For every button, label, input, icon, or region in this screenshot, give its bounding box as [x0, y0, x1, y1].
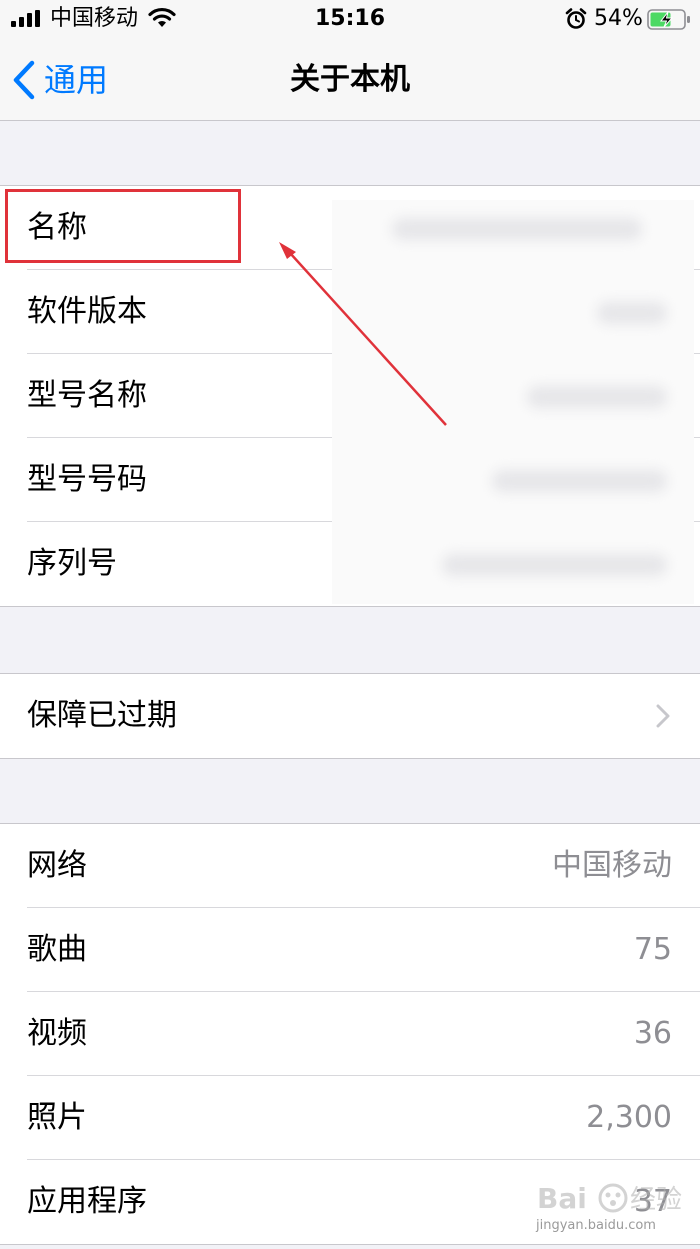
row-value: 75	[633, 932, 672, 967]
redacted-value	[492, 470, 667, 492]
row-label: 视频	[27, 1016, 87, 1051]
battery-percentage: 54%	[594, 6, 643, 31]
row-network: 网络 中国移动	[0, 824, 700, 908]
chevron-right-icon	[656, 704, 670, 728]
row-value: 36	[633, 1016, 672, 1051]
svg-text:经验: 经验	[630, 1185, 682, 1215]
redacted-values-area	[332, 200, 694, 604]
row-label: 歌曲	[27, 932, 87, 967]
row-photos: 照片 2,300	[0, 1076, 700, 1160]
redacted-value	[527, 386, 667, 408]
row-label: 型号名称	[27, 378, 147, 413]
row-value: 中国移动	[552, 848, 672, 883]
row-value: 2,300	[586, 1100, 672, 1135]
row-songs: 歌曲 75	[0, 908, 700, 992]
redacted-value	[442, 554, 667, 576]
warranty-group: 保障已过期	[0, 673, 700, 759]
status-bar: 中国移动 15:16 54%	[0, 0, 700, 40]
svg-text:Bai: Bai	[537, 1182, 587, 1215]
row-label: 型号号码	[27, 462, 147, 497]
annotation-highlight-box	[5, 189, 241, 263]
row-label: 应用程序	[27, 1184, 147, 1219]
row-warranty[interactable]: 保障已过期	[0, 674, 700, 758]
redacted-value	[392, 218, 642, 240]
navigation-bar: 通用 关于本机	[0, 40, 700, 121]
watermark-text: jingyan.baidu.com	[536, 1218, 656, 1233]
battery-charging-icon	[647, 9, 690, 30]
row-videos: 视频 36	[0, 992, 700, 1076]
alarm-clock-icon	[565, 8, 587, 29]
row-label: 网络	[27, 848, 87, 883]
page-title: 关于本机	[290, 62, 410, 97]
redacted-value	[597, 302, 667, 324]
row-label: 照片	[27, 1100, 87, 1135]
row-label: 保障已过期	[27, 698, 177, 733]
row-label: 序列号	[27, 546, 117, 581]
row-label: 软件版本	[27, 294, 147, 329]
